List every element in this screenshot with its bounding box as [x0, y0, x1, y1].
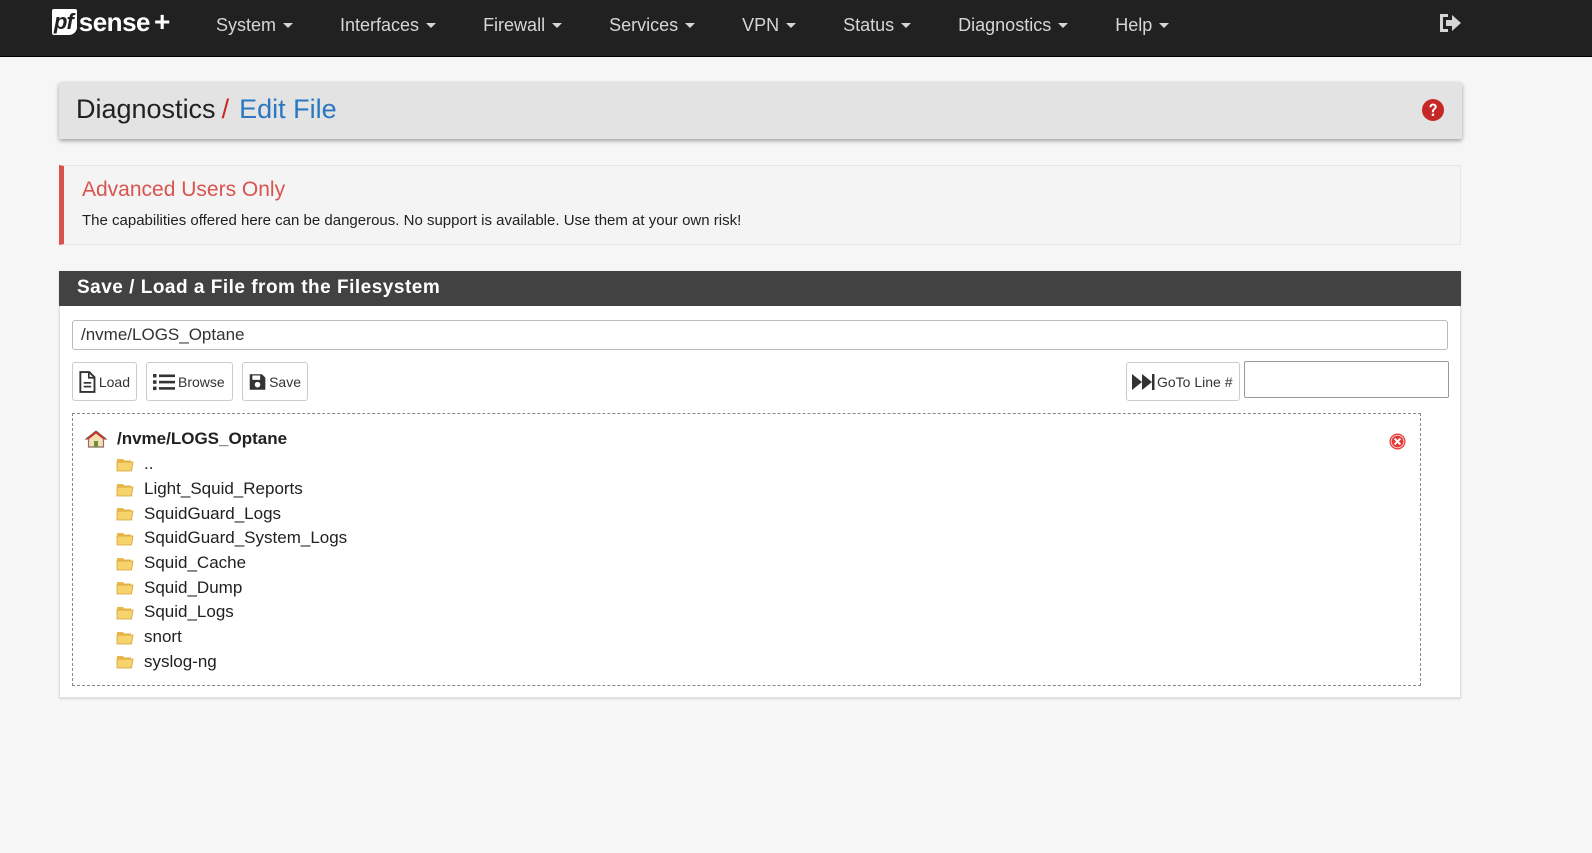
logo-sense: sense [78, 6, 151, 37]
goto-line-input[interactable] [1244, 361, 1449, 398]
breadcrumb-edit-file[interactable]: Edit File [239, 94, 337, 125]
load-button[interactable]: Load [72, 362, 137, 401]
folder-icon [116, 532, 134, 546]
nav-system[interactable]: System [200, 0, 309, 50]
caret-down-icon [552, 22, 563, 28]
folder-name: Squid_Cache [144, 553, 247, 573]
file-icon [79, 370, 96, 393]
folder-name: syslog-ng [144, 651, 217, 671]
caret-down-icon [901, 22, 912, 28]
nav-interfaces[interactable]: Interfaces [309, 0, 452, 50]
folder-icon [116, 557, 134, 570]
folder-icon [116, 458, 134, 472]
caret-down-icon [426, 22, 437, 28]
folder-icon [116, 631, 134, 645]
warning-title: Advanced Users Only [82, 178, 286, 201]
folder-icon [116, 606, 134, 620]
folder-name: SquidGuard_Logs [144, 503, 282, 523]
breadcrumb-diagnostics: Diagnostics [76, 94, 216, 124]
question-circle-icon[interactable] [1421, 98, 1445, 122]
folder-item-light-squid-reports[interactable]: Light_Squid_Reports [116, 477, 347, 502]
browser-path-text: /nvme/LOGS_Optane [117, 429, 288, 448]
folder-name: SquidGuard_System_Logs [144, 528, 348, 548]
nav-diagnostics[interactable]: Diagnostics [927, 0, 1084, 50]
list-icon [153, 373, 175, 390]
advanced-users-warning: Advanced Users Only The capabilities off… [59, 165, 1461, 245]
caret-down-icon [685, 22, 696, 28]
file-browser: /nvme/LOGS_Optane .. Light_Squid_Reports… [72, 413, 1421, 686]
top-navbar: pf sense + System Interfaces Firewall Se… [0, 0, 1592, 57]
floppy-disk-icon [249, 373, 266, 390]
folder-item-snort[interactable]: snort [116, 625, 347, 650]
main-menu: System Interfaces Firewall Services VPN … [200, 0, 1185, 50]
save-button[interactable]: Save [242, 362, 308, 401]
caret-down-icon [1159, 22, 1170, 28]
breadcrumb: Diagnostics / Edit File [76, 94, 337, 125]
folder-item-squid-dump[interactable]: Squid_Dump [116, 575, 347, 600]
browse-button[interactable]: Browse [146, 362, 233, 401]
folder-item-squid-cache[interactable]: Squid_Cache [116, 551, 347, 576]
nav-vpn[interactable]: VPN [711, 0, 812, 50]
logo-pf: pf [52, 9, 77, 35]
folder-icon [116, 656, 134, 669]
goto-line-label: GoTo Line # [1157, 373, 1233, 390]
page-header: Diagnostics / Edit File [59, 82, 1462, 139]
fast-forward-icon [1132, 373, 1155, 390]
sign-out-icon[interactable] [1437, 11, 1463, 35]
folder-item-squid-logs[interactable]: Squid_Logs [116, 600, 347, 625]
logo-plus: + [154, 6, 171, 37]
folder-item-syslog-ng[interactable]: syslog-ng [116, 650, 347, 675]
caret-down-icon [283, 22, 294, 28]
caret-down-icon [1058, 22, 1069, 28]
warning-text: The capabilities offered here can be dan… [82, 212, 742, 229]
file-path-input[interactable] [72, 320, 1448, 350]
goto-line-button[interactable]: GoTo Line # [1126, 362, 1240, 401]
browser-current-path[interactable]: /nvme/LOGS_Optane [85, 429, 287, 449]
folder-item-parent[interactable]: .. [116, 452, 347, 477]
home-icon [85, 430, 107, 448]
file-panel: Save / Load a File from the Filesystem L… [59, 271, 1461, 698]
nav-firewall[interactable]: Firewall [452, 0, 578, 50]
folder-icon [116, 508, 134, 521]
save-label: Save [269, 373, 301, 390]
folder-icon [116, 483, 134, 496]
folder-icon [116, 582, 134, 595]
nav-services[interactable]: Services [578, 0, 711, 50]
folder-item-squidguard-logs[interactable]: SquidGuard_Logs [116, 501, 347, 526]
folder-name: .. [144, 454, 154, 474]
load-label: Load [98, 373, 130, 390]
nav-status[interactable]: Status [812, 0, 927, 50]
folder-name: Squid_Logs [144, 602, 234, 622]
nav-help[interactable]: Help [1084, 0, 1185, 50]
folder-list: .. Light_Squid_Reports SquidGuard_Logs S… [116, 452, 347, 674]
breadcrumb-separator: / [221, 94, 230, 124]
browse-label: Browse [178, 373, 225, 390]
folder-name: snort [144, 627, 182, 647]
caret-down-icon [786, 22, 797, 28]
panel-heading: Save / Load a File from the Filesystem [59, 271, 1461, 306]
folder-name: Squid_Dump [144, 577, 243, 597]
folder-item-squidguard-system-logs[interactable]: SquidGuard_System_Logs [116, 526, 347, 551]
close-icon[interactable] [1389, 433, 1406, 450]
pfsense-logo[interactable]: pf sense + [52, 6, 171, 37]
folder-name: Light_Squid_Reports [144, 479, 303, 499]
